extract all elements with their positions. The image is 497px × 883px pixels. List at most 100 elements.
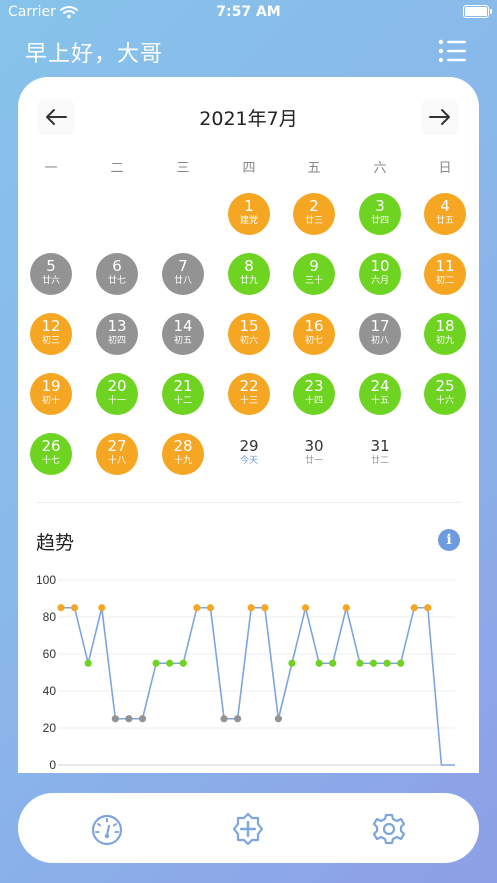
data-point xyxy=(234,715,242,723)
calendar-day[interactable]: 8 廿九 xyxy=(228,253,270,295)
day-number: 31 xyxy=(370,437,390,455)
calendar-day[interactable]: 1 建党 xyxy=(228,193,270,235)
day-number: 5 xyxy=(46,257,56,275)
data-point xyxy=(111,715,119,723)
day-number: 16 xyxy=(304,317,324,335)
lunar-date: 三十 xyxy=(304,276,323,286)
data-point xyxy=(397,659,405,667)
calendar-day[interactable]: 21 十二 xyxy=(162,373,204,415)
day-number: 20 xyxy=(107,377,127,395)
calendar-day[interactable]: 15 初六 xyxy=(228,313,270,355)
day-number: 3 xyxy=(375,197,385,215)
calendar-day[interactable]: 18 初九 xyxy=(424,313,466,355)
calendar-day[interactable]: 16 初七 xyxy=(293,313,335,355)
day-number: 28 xyxy=(173,437,193,455)
tab-add[interactable] xyxy=(230,811,266,847)
calendar-day[interactable]: 9 三十 xyxy=(293,253,335,295)
calendar-day[interactable]: 30 廿一 xyxy=(293,433,335,475)
lunar-date: 十四 xyxy=(304,396,323,406)
lunar-date: 初六 xyxy=(239,336,258,346)
calendar-day[interactable]: 4 廿五 xyxy=(424,193,466,235)
tab-settings[interactable] xyxy=(371,811,407,847)
day-number: 24 xyxy=(370,377,390,395)
day-number: 9 xyxy=(309,257,319,275)
add-badge-icon xyxy=(232,812,264,846)
battery-icon xyxy=(463,5,492,18)
data-point xyxy=(274,715,282,723)
lunar-date: 初三 xyxy=(41,336,60,346)
greeting-title: 早上好，大哥 xyxy=(25,42,164,67)
y-tick-label: 20 xyxy=(43,721,57,735)
data-point xyxy=(179,659,187,667)
calendar-day[interactable]: 20 十一 xyxy=(96,373,138,415)
calendar-day[interactable]: 17 初八 xyxy=(359,313,401,355)
day-number: 14 xyxy=(173,317,193,335)
calendar-day[interactable]: 12 初三 xyxy=(30,313,72,355)
calendar-day[interactable]: 26 十七 xyxy=(30,433,72,475)
y-tick-label: 60 xyxy=(43,647,57,661)
lunar-date: 廿八 xyxy=(173,276,192,286)
y-tick-label: 40 xyxy=(43,684,57,698)
data-point xyxy=(98,604,106,612)
lunar-date: 初八 xyxy=(370,336,389,346)
calendar-day[interactable]: 6 廿七 xyxy=(96,253,138,295)
data-point xyxy=(193,604,201,612)
data-point xyxy=(206,604,215,612)
data-point xyxy=(329,659,337,667)
calendar-day[interactable]: 23 十四 xyxy=(293,373,335,415)
lunar-date: 十二 xyxy=(173,396,192,406)
trend-chart: 0 20 40 60 80 100 xyxy=(36,573,455,772)
y-tick-label: 0 xyxy=(49,758,56,772)
data-point xyxy=(152,659,160,667)
lunar-date: 十一 xyxy=(107,396,126,406)
calendar-day[interactable]: 22 十三 xyxy=(228,373,270,415)
calendar-day[interactable]: 7 廿八 xyxy=(162,253,204,295)
lunar-date: 廿九 xyxy=(239,276,258,286)
day-number: 13 xyxy=(107,317,127,335)
lunar-date: 廿二 xyxy=(370,456,389,466)
data-point xyxy=(424,604,432,612)
data-point xyxy=(288,659,296,667)
lunar-date: 十六 xyxy=(435,396,454,406)
main-card: 2021年7月 一二三四五六日 1 建党 2 廿三 3 廿四 4 廿五 5 廿六 6 廿七 7 廿八 8 廿九… xyxy=(18,77,479,773)
calendar-day[interactable]: 28 十九 xyxy=(162,433,204,475)
calendar-day[interactable]: 5 廿六 xyxy=(30,253,72,295)
day-number: 12 xyxy=(41,317,61,335)
bottom-tab-bar xyxy=(18,793,479,863)
calendar-day[interactable]: 3 廿四 xyxy=(359,193,401,235)
calendar-day[interactable]: 14 初五 xyxy=(162,313,204,355)
trend-title: 趋势 xyxy=(36,532,75,554)
calendar-day[interactable]: 19 初十 xyxy=(30,373,72,415)
lunar-date: 初九 xyxy=(435,336,454,346)
data-point xyxy=(383,659,391,667)
calendar-day[interactable]: 31 廿二 xyxy=(359,433,401,475)
lunar-date: 今天 xyxy=(239,456,258,466)
day-number: 30 xyxy=(304,437,324,455)
day-number: 23 xyxy=(304,377,324,395)
calendar-day[interactable]: 2 廿三 xyxy=(293,193,335,235)
calendar-day[interactable]: 24 十五 xyxy=(359,373,401,415)
lunar-date: 廿四 xyxy=(370,216,389,226)
calendar-day[interactable]: 10 六月 xyxy=(359,253,401,295)
lunar-date: 初七 xyxy=(304,336,323,346)
calendar-day[interactable]: 11 初二 xyxy=(424,253,466,295)
lunar-date: 廿七 xyxy=(107,276,126,286)
calendar-day[interactable]: 27 十八 xyxy=(96,433,138,475)
lunar-date: 十九 xyxy=(173,456,192,466)
lunar-date: 六月 xyxy=(370,276,389,286)
day-number: 11 xyxy=(435,257,455,275)
tab-dashboard[interactable] xyxy=(89,811,125,847)
list-menu-button[interactable] xyxy=(438,38,468,64)
gauge-icon xyxy=(91,814,123,846)
day-number: 19 xyxy=(41,377,61,395)
y-tick-label: 100 xyxy=(36,573,56,587)
data-point xyxy=(166,659,174,667)
lunar-date: 初十 xyxy=(41,396,60,406)
day-number: 27 xyxy=(107,437,127,455)
info-button[interactable]: i xyxy=(438,529,460,551)
calendar-day[interactable]: 25 十六 xyxy=(424,373,466,415)
calendar-day[interactable]: 13 初四 xyxy=(96,313,138,355)
day-number: 18 xyxy=(435,317,455,335)
calendar-day[interactable]: 29 今天 xyxy=(228,433,270,475)
info-icon: i xyxy=(446,532,452,548)
